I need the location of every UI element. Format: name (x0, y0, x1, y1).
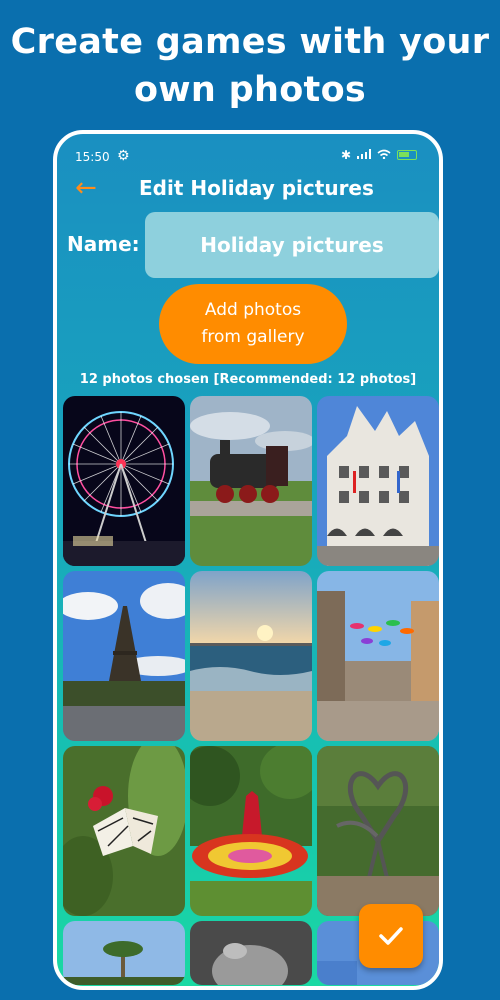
status-icons: ✱ (341, 148, 417, 162)
status-time: 15:50 (75, 150, 110, 164)
wifi-icon (377, 148, 391, 162)
cat-photo[interactable] (190, 921, 312, 985)
battery-icon (397, 150, 417, 160)
checkmark-icon (379, 927, 403, 945)
arrow-left-icon[interactable]: ← (75, 174, 97, 202)
page-title: Edit Holiday pictures (139, 176, 374, 200)
heart-sculpture-photo[interactable] (317, 746, 439, 916)
umbrella-street-photo[interactable] (317, 571, 439, 741)
photo-count-text: 12 photos chosen [Recommended: 12 photos… (79, 372, 417, 387)
ferris-wheel-photo[interactable] (63, 396, 185, 566)
gear-icon: ⚙ (117, 148, 130, 164)
headline: Create games with your own photos (10, 22, 490, 110)
flower-garden-photo[interactable] (190, 746, 312, 916)
butterfly-photo[interactable] (63, 746, 185, 916)
app-bar: ← Edit Holiday pictures (57, 172, 439, 208)
name-label: Name: (67, 232, 140, 256)
eiffel-tower-photo[interactable] (63, 571, 185, 741)
confirm-button[interactable] (359, 904, 423, 968)
name-field[interactable]: Holiday pictures (145, 212, 439, 278)
bluetooth-icon: ✱ (340, 148, 351, 162)
add-photos-button[interactable]: Add photos from gallery (159, 284, 347, 364)
steam-locomotive-photo[interactable] (190, 396, 312, 566)
phone-frame: 15:50 ⚙ ✱ ← Edit Holiday pictures Name: … (53, 130, 443, 990)
gabled-town-hall-photo[interactable] (317, 396, 439, 566)
signal-icon (357, 148, 371, 162)
palm-tree-photo[interactable] (63, 921, 185, 985)
sunset-beach-photo[interactable] (190, 571, 312, 741)
photo-grid (63, 396, 439, 985)
